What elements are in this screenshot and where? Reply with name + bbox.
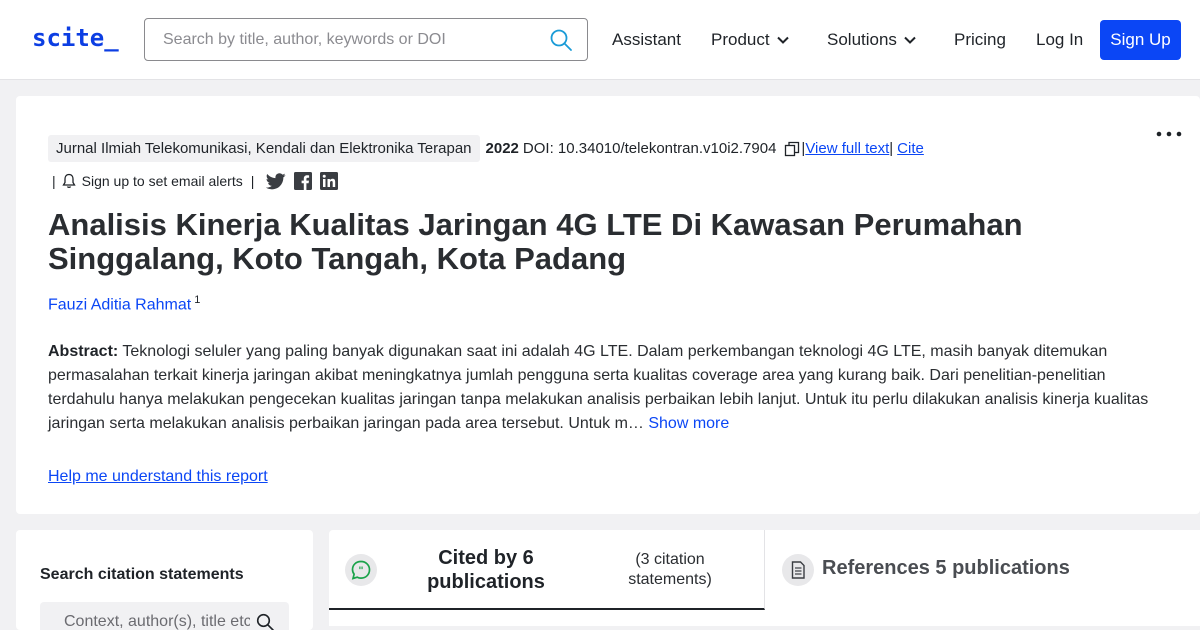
signup-button[interactable]: Sign Up [1100, 20, 1181, 60]
nav-product-label: Product [711, 30, 770, 49]
more-options-icon[interactable] [1156, 130, 1182, 138]
nav-pricing-label: Pricing [954, 30, 1006, 49]
citation-search-title: Search citation statements [40, 566, 244, 583]
search-icon[interactable] [549, 28, 573, 52]
nav-assistant[interactable]: Assistant [612, 30, 681, 50]
paper-details-card: Jurnal Ilmiah Telekomunikasi, Kendali da… [16, 96, 1200, 514]
citation-search-panel: Search citation statements [16, 530, 313, 630]
abstract: Abstract: Teknologi seluler yang paling … [48, 340, 1158, 436]
document-icon [782, 554, 814, 586]
view-full-text-link[interactable]: View full text [805, 140, 889, 157]
email-alerts-link[interactable]: Sign up to set email alerts [82, 173, 243, 189]
author-name[interactable]: Fauzi Aditia Rahmat [48, 296, 191, 313]
search-icon[interactable] [256, 613, 274, 630]
meta-separator: | [889, 140, 894, 157]
top-navigation-bar: scite_ Assistant Product Solutions Prici… [0, 0, 1200, 80]
show-more-link[interactable]: Show more [648, 415, 729, 432]
svg-text:": " [358, 566, 363, 577]
tab-references[interactable]: References 5 publications [766, 530, 1200, 610]
facebook-icon[interactable] [294, 172, 313, 190]
citation-statements-count: (3 citation statements) [628, 551, 712, 588]
paper-meta-row: Jurnal Ilmiah Telekomunikasi, Kendali da… [48, 134, 924, 163]
journal-badge[interactable]: Jurnal Ilmiah Telekomunikasi, Kendali da… [48, 135, 480, 162]
citation-search-box [40, 602, 289, 630]
tabs-bottom-divider [329, 626, 1200, 630]
nav-pricing[interactable]: Pricing [954, 30, 1006, 50]
login-link[interactable]: Log In [1036, 30, 1083, 50]
author-affiliation-number: 1 [194, 294, 201, 306]
main-search-box [144, 18, 588, 61]
author-link[interactable]: Fauzi Aditia Rahmat 1 [48, 294, 200, 314]
twitter-icon[interactable] [266, 172, 286, 190]
nav-solutions-label: Solutions [827, 30, 897, 49]
alerts-separator: | [250, 173, 255, 189]
publication-year: 2022 [485, 140, 519, 157]
abstract-text: Teknologi seluler yang paling banyak dig… [48, 343, 1149, 432]
help-understand-link[interactable]: Help me understand this report [48, 468, 268, 486]
alerts-share-row: | Sign up to set email alerts | [52, 171, 346, 191]
alerts-separator: | [52, 173, 56, 189]
main-search-input[interactable] [145, 19, 535, 60]
linkedin-icon[interactable] [320, 172, 339, 190]
scite-logo[interactable]: scite_ [32, 24, 119, 52]
copy-icon[interactable] [784, 141, 800, 157]
citation-bubble-icon: " [345, 554, 377, 586]
citation-search-input[interactable] [40, 602, 250, 630]
login-label: Log In [1036, 30, 1084, 49]
doi-text: DOI: 10.34010/telekontran.v10i2.7904 [522, 140, 777, 157]
nav-solutions[interactable]: Solutions [827, 30, 917, 50]
chevron-down-icon [904, 36, 916, 44]
nav-product[interactable]: Product [711, 30, 790, 50]
nav-assistant-label: Assistant [612, 30, 681, 49]
citation-tabs-panel: " Cited by 6 publications (3 citation st… [329, 530, 1200, 630]
chevron-down-icon [776, 36, 789, 44]
tab-cited-by[interactable]: " Cited by 6 publications (3 citation st… [329, 530, 765, 610]
cite-link[interactable]: Cite [897, 140, 924, 157]
bell-icon [61, 173, 76, 188]
paper-title: Analisis Kinerja Kualitas Jaringan 4G LT… [48, 207, 1023, 276]
cited-by-label: Cited by 6 publications [427, 547, 545, 593]
abstract-label: Abstract: [48, 343, 119, 360]
references-label: References 5 publications [822, 557, 1070, 579]
